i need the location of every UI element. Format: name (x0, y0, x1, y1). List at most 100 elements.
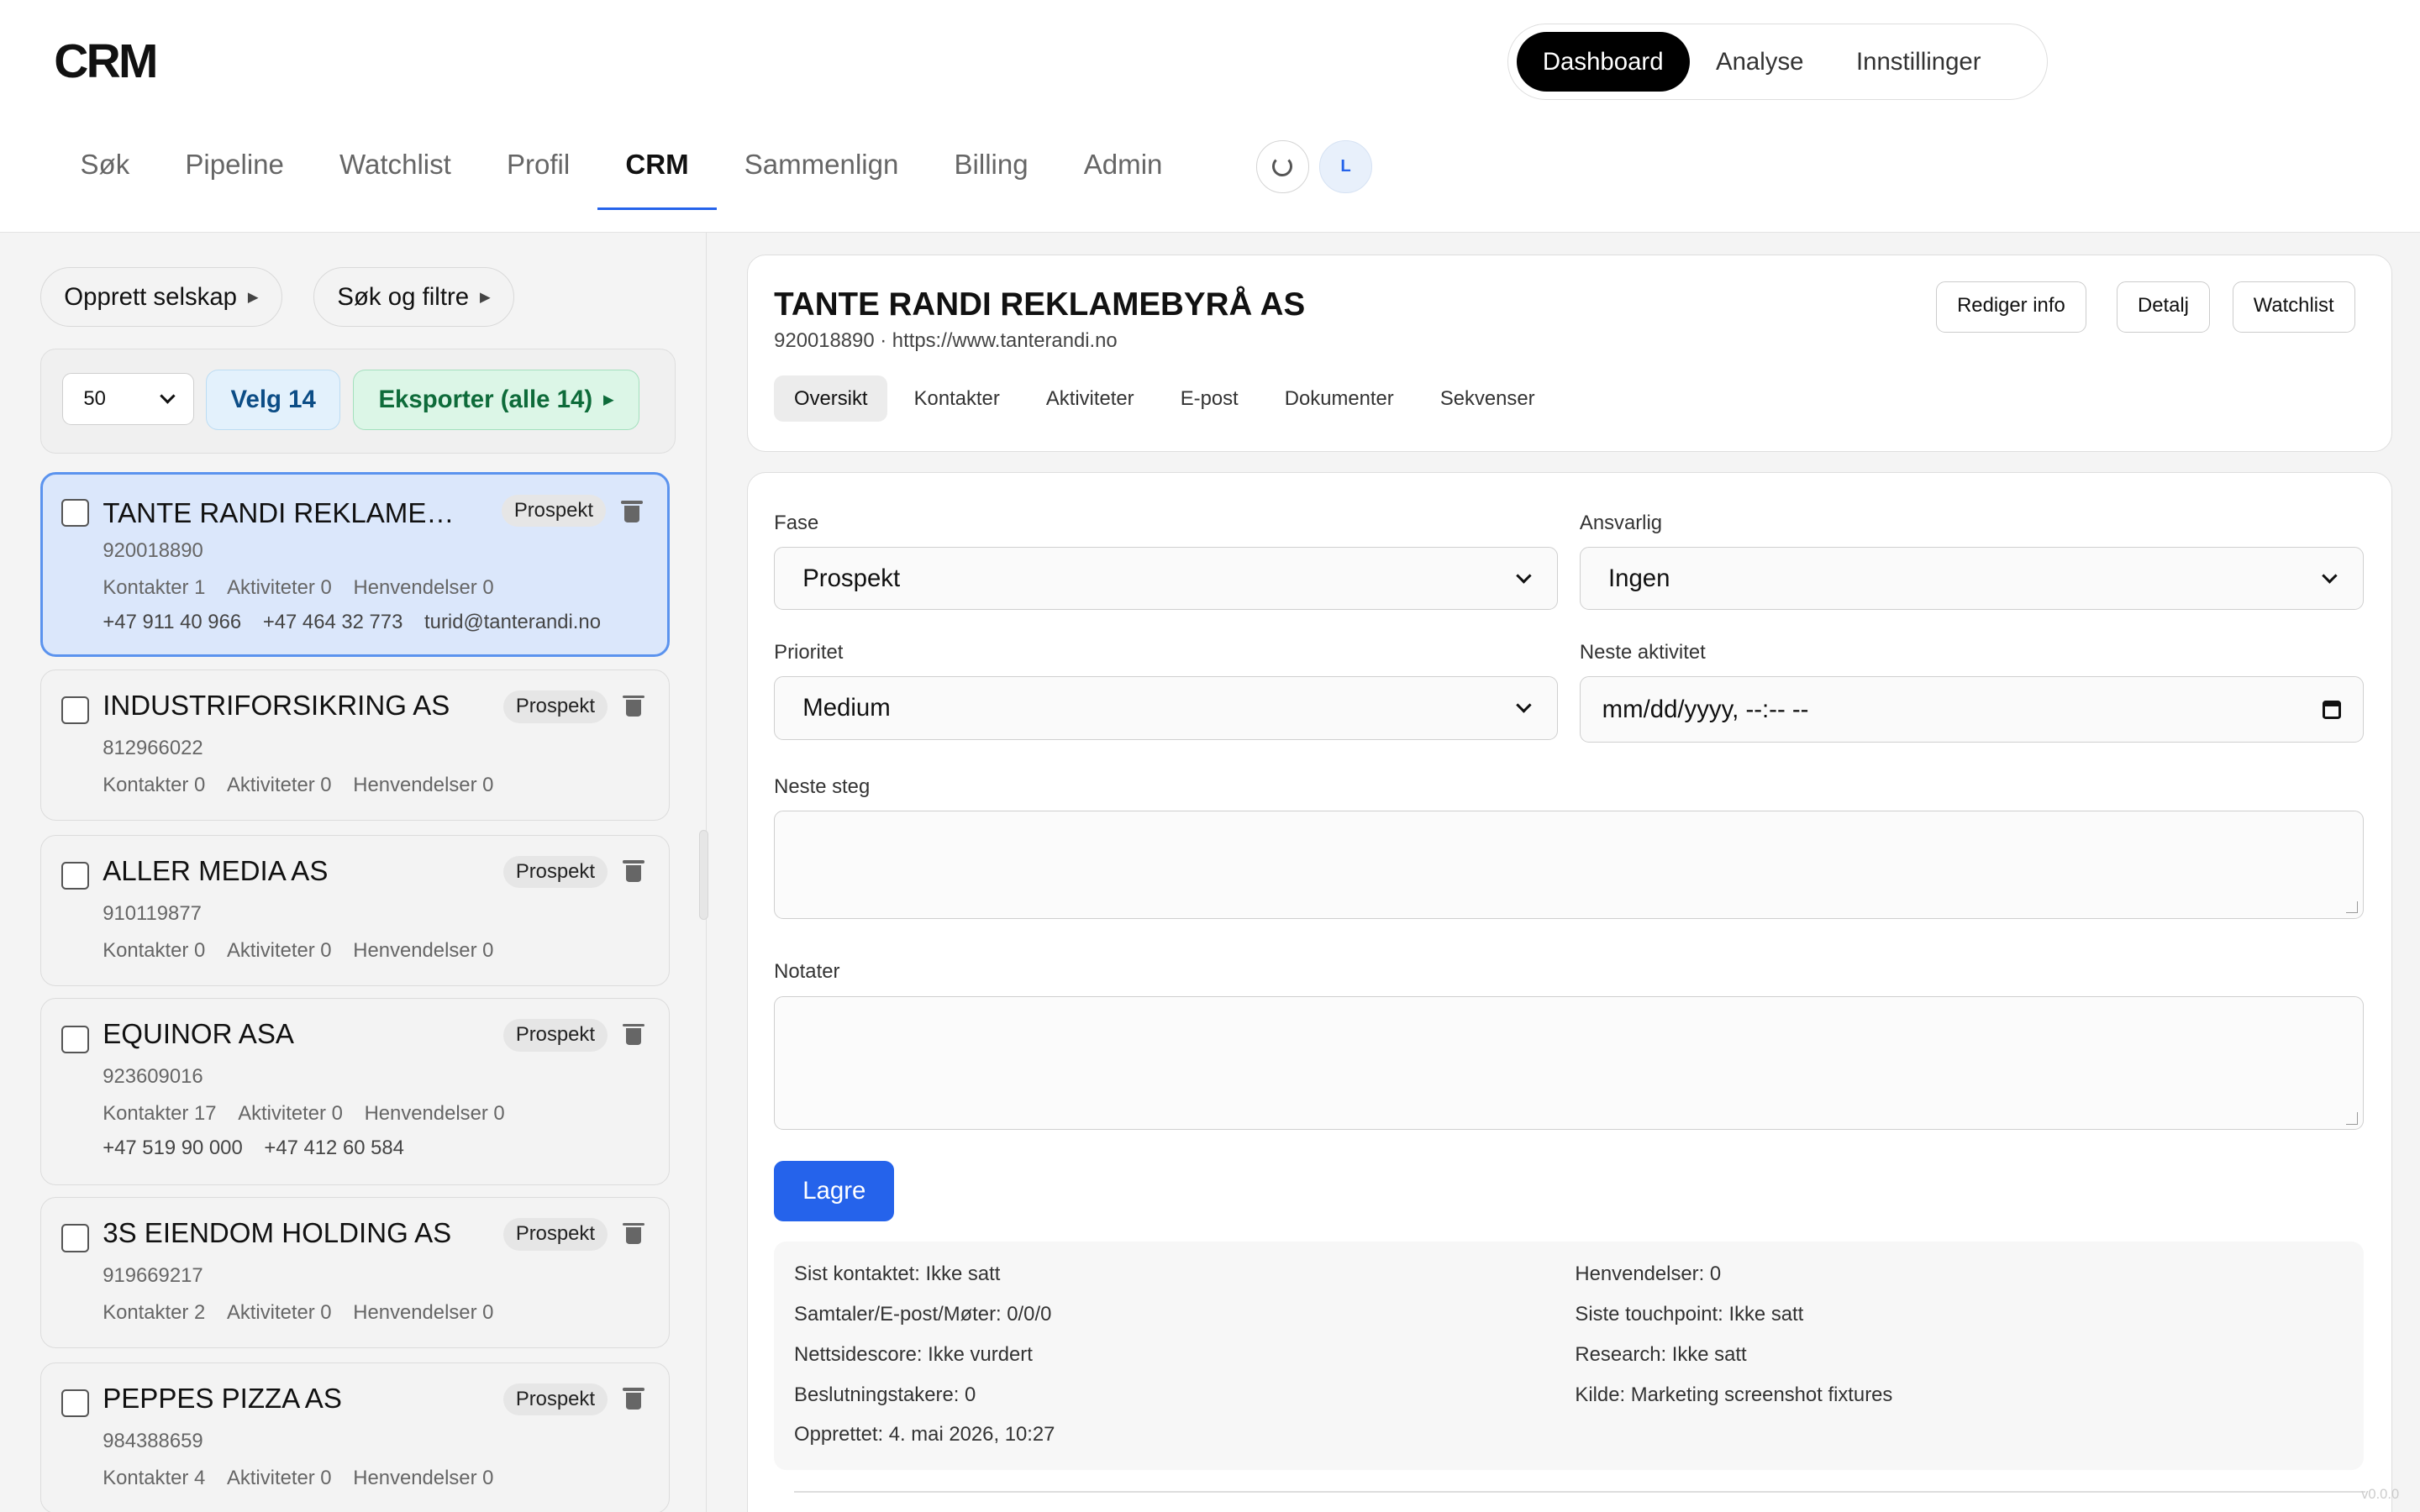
version-label: v0.0.0 (2361, 1485, 2400, 1502)
notater-label: Notater (774, 960, 840, 984)
meta-henvendelser: Henvendelser: 0 (1575, 1263, 1722, 1286)
nav-tab-sammenlign[interactable]: Sammenlign (717, 123, 927, 210)
company-orgnr: 984388659 (103, 1429, 203, 1452)
export-label: Eksporter (alle 14) (378, 385, 593, 413)
watchlist-button[interactable]: Watchlist (2232, 281, 2355, 333)
meta-beslutningstakere: Beslutningstakere: 0 (794, 1383, 976, 1406)
create-company-button[interactable]: Opprett selskap ▶ (39, 266, 283, 328)
resize-grip-icon[interactable] (2345, 1112, 2359, 1125)
detail-button[interactable]: Detalj (2117, 281, 2210, 333)
tab-epost[interactable]: E-post (1160, 375, 1259, 422)
user-avatar[interactable]: L (1319, 140, 1372, 193)
company-checkbox[interactable] (60, 1389, 89, 1418)
company-card[interactable]: PEPPES PIZZA AS Prospekt 984388659 Konta… (39, 1362, 671, 1512)
company-card[interactable]: EQUINOR ASA Prospekt 923609016 Kontakter… (39, 998, 671, 1185)
company-name: 3S EIENDOM HOLDING AS (103, 1218, 452, 1250)
ansvarlig-select[interactable]: Ingen (1579, 547, 2364, 611)
nav-tab-billing[interactable]: Billing (926, 123, 1055, 210)
prioritet-value: Medium (802, 694, 891, 722)
meta-opprettet: Opprettet: 4. mai 2026, 10:27 (794, 1423, 1055, 1446)
panel-resize-handle[interactable] (699, 830, 709, 920)
count-henvendelser: Henvendelser 0 (353, 938, 494, 962)
chevron-down-icon (160, 388, 176, 404)
company-card[interactable]: TANTE RANDI REKLAMEB... Prospekt 9200188… (39, 472, 671, 658)
tab-dokumenter[interactable]: Dokumenter (1265, 375, 1414, 422)
count-henvendelser: Henvendelser 0 (364, 1102, 505, 1126)
company-orgnr: 812966022 (103, 737, 203, 760)
export-button[interactable]: Eksporter (alle 14) ▶ (352, 369, 640, 430)
nav-tab-profil[interactable]: Profil (479, 123, 597, 210)
status-badge: Prospekt (503, 1019, 608, 1052)
chevron-down-icon (1516, 697, 1532, 713)
page-size-select[interactable]: 50 (62, 372, 194, 426)
section-divider (794, 1491, 2365, 1494)
tab-sekvenser[interactable]: Sekvenser (1420, 375, 1555, 422)
company-card[interactable]: ALLER MEDIA AS Prospekt 910119877 Kontak… (39, 834, 671, 986)
phone-number[interactable]: +47 464 32 773 (263, 611, 403, 633)
phone-number[interactable]: +47 412 60 584 (264, 1137, 404, 1159)
tab-oversikt[interactable]: Oversikt (774, 375, 888, 423)
trash-icon[interactable] (623, 1386, 644, 1410)
company-checkbox[interactable] (60, 861, 89, 890)
nav-tab-crm[interactable]: CRM (597, 123, 717, 210)
status-badge: Prospekt (503, 1218, 608, 1251)
search-filter-button[interactable]: Søk og filtre ▶ (313, 266, 515, 328)
phone-number[interactable]: +47 519 90 000 (103, 1137, 243, 1159)
fase-label: Fase (774, 511, 819, 534)
phone-number[interactable]: +47 911 40 966 (103, 611, 241, 633)
nav-tab-sok[interactable]: Søk (52, 123, 157, 210)
top-header: CRM Dashboard Analyse Innstillinger Søk … (0, 0, 2420, 234)
select-all-button[interactable]: Velg 14 (206, 369, 341, 430)
nav-tab-admin[interactable]: Admin (1056, 123, 1191, 210)
company-checkbox[interactable] (60, 696, 89, 725)
detail-tabs: Oversikt Kontakter Aktiviteter E-post Do… (774, 375, 1561, 423)
company-checkbox[interactable] (60, 1025, 89, 1053)
trash-icon[interactable] (623, 1221, 644, 1245)
prioritet-label: Prioritet (774, 641, 844, 664)
segment-innstillinger[interactable]: Innstillinger (1830, 32, 2007, 92)
company-checkbox[interactable] (60, 499, 89, 528)
count-henvendelser: Henvendelser 0 (353, 1466, 494, 1489)
refresh-button[interactable] (1256, 140, 1309, 193)
segment-dashboard[interactable]: Dashboard (1516, 31, 1690, 92)
view-switcher: Dashboard Analyse Innstillinger (1507, 23, 2049, 101)
notater-textarea[interactable] (774, 995, 2364, 1131)
company-name: EQUINOR ASA (103, 1019, 294, 1051)
tab-aktiviteter[interactable]: Aktiviteter (1026, 375, 1155, 422)
count-henvendelser: Henvendelser 0 (353, 576, 494, 600)
nav-tab-pipeline[interactable]: Pipeline (157, 123, 312, 210)
trash-icon[interactable] (623, 694, 644, 717)
save-button[interactable]: Lagre (774, 1161, 895, 1221)
calendar-icon[interactable] (2323, 700, 2342, 719)
tab-kontakter[interactable]: Kontakter (894, 375, 1020, 422)
company-counts: Kontakter 4 Aktiviteter 0 Henvendelser 0 (103, 1467, 515, 1490)
meta-siste-touchpoint: Siste touchpoint: Ikke satt (1575, 1303, 1804, 1326)
company-counts: Kontakter 0 Aktiviteter 0 Henvendelser 0 (103, 774, 515, 797)
count-kontakter: Kontakter 0 (103, 938, 206, 962)
count-aktiviteter: Aktiviteter 0 (238, 1102, 343, 1126)
trash-icon[interactable] (623, 1022, 644, 1046)
prioritet-select[interactable]: Medium (774, 676, 1559, 740)
search-filter-label: Søk og filtre (337, 282, 470, 311)
resize-grip-icon[interactable] (2345, 900, 2359, 914)
trash-icon[interactable] (621, 499, 643, 522)
company-name: TANTE RANDI REKLAMEB... (103, 497, 467, 529)
trash-icon[interactable] (623, 858, 644, 882)
company-card[interactable]: 3S EIENDOM HOLDING AS Prospekt 919669217… (39, 1197, 671, 1349)
spinner-icon (1272, 156, 1293, 177)
count-kontakter: Kontakter 4 (103, 1466, 206, 1489)
meta-nettsidescore: Nettsidescore: Ikke vurdert (794, 1342, 1033, 1366)
ansvarlig-label: Ansvarlig (1579, 511, 1663, 534)
nav-tab-watchlist[interactable]: Watchlist (312, 123, 479, 210)
company-card[interactable]: INDUSTRIFORSIKRING AS Prospekt 812966022… (39, 669, 671, 822)
company-orgnr: 923609016 (103, 1065, 203, 1089)
company-phones: +47 911 40 966 +47 464 32 773 turid@tanter… (103, 611, 622, 634)
fase-select[interactable]: Prospekt (774, 547, 1559, 611)
neste-aktivitet-input[interactable]: mm/dd/yyyy, --:-- -- (1579, 676, 2364, 743)
segment-analyse[interactable]: Analyse (1690, 32, 1830, 92)
company-checkbox[interactable] (60, 1224, 89, 1252)
edit-info-button[interactable]: Rediger info (1936, 281, 2086, 333)
neste-steg-textarea[interactable] (774, 811, 2364, 919)
crm-app: CRM Dashboard Analyse Innstillinger Søk … (0, 0, 2420, 1512)
email-address[interactable]: turid@tanterandi.no (424, 611, 601, 633)
